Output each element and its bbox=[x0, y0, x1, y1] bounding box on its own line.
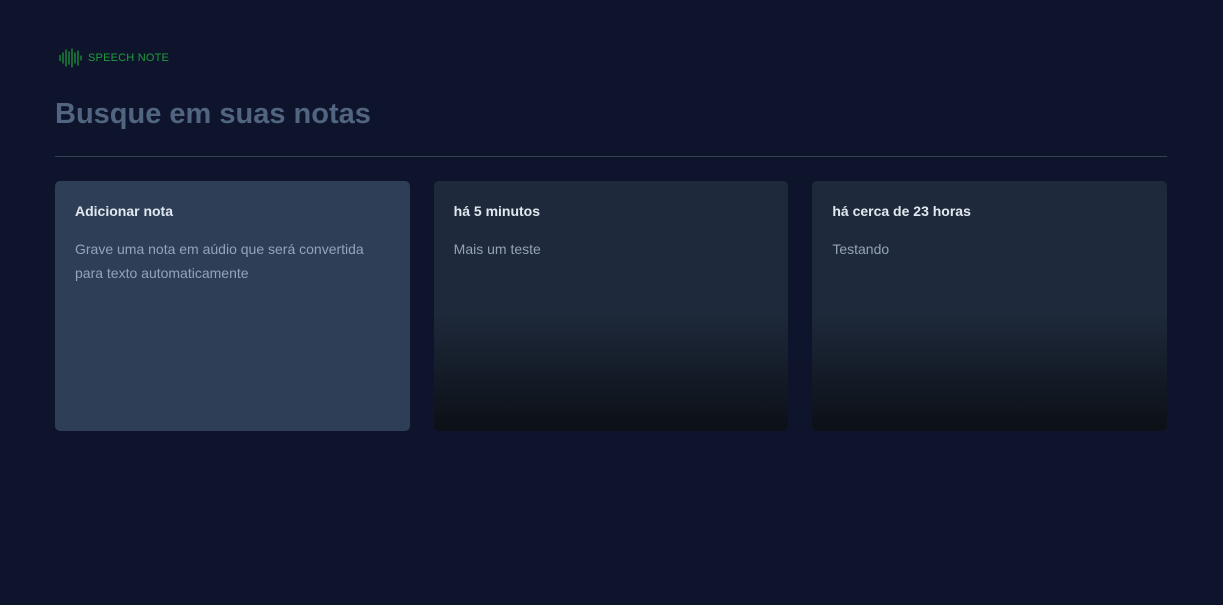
note-card[interactable]: há 5 minutos Mais um teste bbox=[433, 181, 789, 431]
note-content: Testando bbox=[832, 241, 890, 257]
logo-text: SPEECH NOTE bbox=[88, 52, 170, 64]
add-note-description: Grave uma nota em aúdio que será convert… bbox=[75, 241, 364, 281]
note-fade-overlay bbox=[812, 311, 1168, 431]
notes-grid: Adicionar nota Grave uma nota em aúdio q… bbox=[55, 181, 1168, 431]
divider bbox=[55, 156, 1167, 157]
sound-wave-icon bbox=[59, 48, 82, 68]
logo: SPEECH NOTE bbox=[58, 47, 169, 69]
add-note-title: Adicionar nota bbox=[75, 203, 174, 219]
search-input[interactable] bbox=[55, 92, 1167, 136]
add-note-card[interactable]: Adicionar nota Grave uma nota em aúdio q… bbox=[55, 181, 410, 431]
note-fade-overlay bbox=[433, 311, 789, 431]
note-time: há 5 minutos bbox=[453, 203, 541, 219]
note-content: Mais um teste bbox=[453, 241, 541, 257]
note-time: há cerca de 23 horas bbox=[832, 203, 971, 219]
note-card[interactable]: há cerca de 23 horas Testando bbox=[812, 181, 1168, 431]
